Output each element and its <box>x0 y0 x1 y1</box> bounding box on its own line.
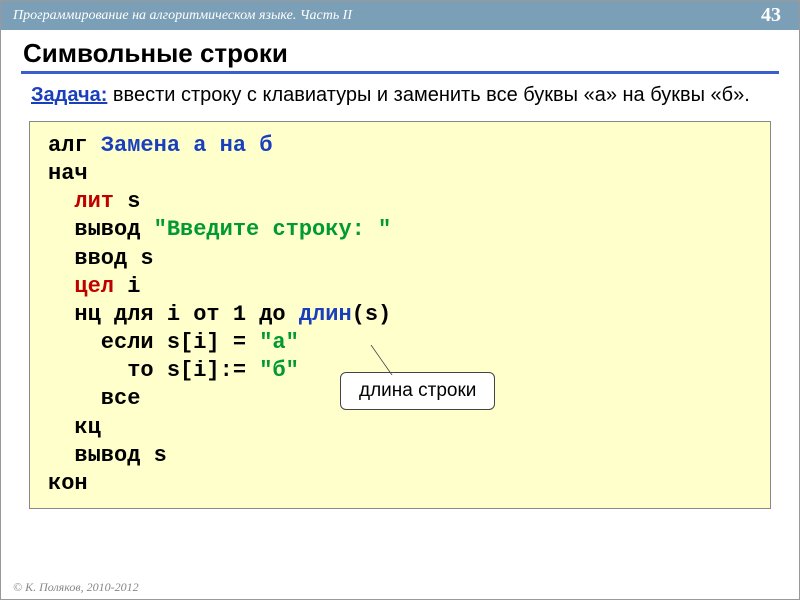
title-underline <box>21 71 779 74</box>
kw: нач <box>48 161 88 186</box>
fn: длин <box>299 302 352 327</box>
paren: (s) <box>352 302 392 327</box>
str: "а" <box>259 330 299 355</box>
header-bar: Программирование на алгоритмическом язык… <box>1 1 799 30</box>
kw: лит <box>48 189 114 214</box>
kw: кон <box>48 471 88 496</box>
str: "Введите строку: " <box>154 217 392 242</box>
kw: цел <box>48 274 114 299</box>
course-title: Программирование на алгоритмическом язык… <box>13 8 352 24</box>
kw: то s[i]:= <box>48 358 259 383</box>
task-body: ввести строку с клавиатуры и заменить вс… <box>107 84 749 106</box>
kw: все <box>48 386 140 411</box>
str: "б" <box>259 358 299 383</box>
slide-title: Символьные строки <box>1 30 799 71</box>
task-text: Задача: ввести строку с клавиатуры и зам… <box>1 82 799 109</box>
callout-string-length: длина строки <box>340 372 495 410</box>
algo-name: Замена а на б <box>101 133 273 158</box>
code-block: алг Замена а на б нач лит s вывод "Введи… <box>29 121 771 509</box>
kw: алг <box>48 133 101 158</box>
kw: вывод <box>48 217 154 242</box>
kw: вывод s <box>48 443 167 468</box>
copyright: © К. Поляков, 2010-2012 <box>13 580 139 595</box>
task-label: Задача: <box>31 84 107 106</box>
page-number: 43 <box>761 4 787 27</box>
var: s <box>114 189 140 214</box>
var: i <box>114 274 140 299</box>
kw: кц <box>48 415 101 440</box>
kw: если s[i] = <box>48 330 259 355</box>
kw: ввод s <box>48 246 154 271</box>
kw: нц для i от 1 до <box>48 302 299 327</box>
